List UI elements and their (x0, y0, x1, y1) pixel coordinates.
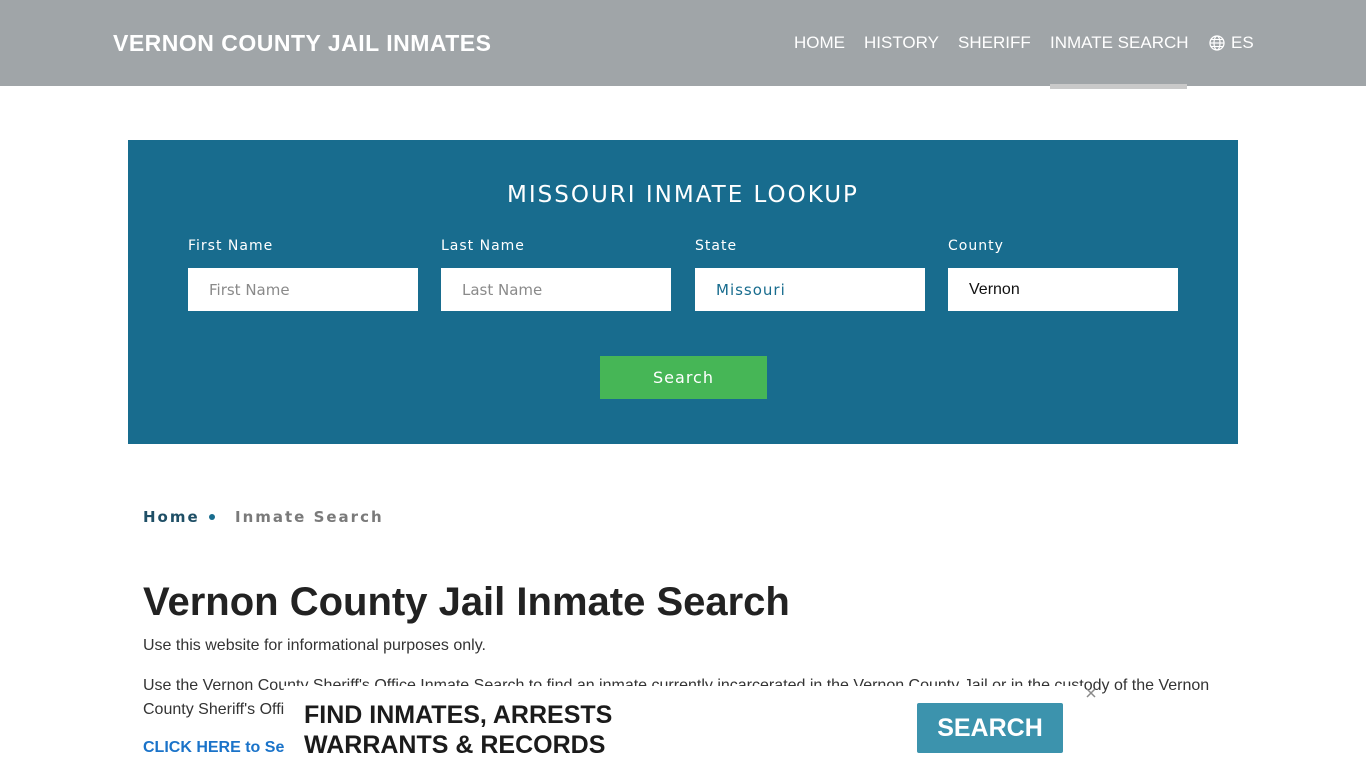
site-brand[interactable]: VERNON COUNTY JAIL INMATES (113, 30, 491, 57)
globe-icon[interactable] (1209, 35, 1225, 51)
ad-banner[interactable]: FIND INMATES, ARRESTS WARRANTS & RECORDS… (284, 686, 1096, 768)
breadcrumb-home[interactable]: Home (143, 508, 200, 526)
search-button[interactable]: Search (600, 356, 767, 399)
click-here-link[interactable]: CLICK HERE to Se (143, 739, 285, 757)
last-name-label: Last Name (441, 238, 525, 254)
top-nav-bar: VERNON COUNTY JAIL INMATES HOME HISTORY … (0, 0, 1366, 86)
state-label: State (695, 238, 738, 254)
lookup-title: MISSOURI INMATE LOOKUP (507, 182, 859, 208)
county-label: County (948, 238, 1004, 254)
first-name-label: First Name (188, 238, 274, 254)
ad-headline-line-1: FIND INMATES, ARRESTS (304, 701, 613, 729)
nav-language-es[interactable]: ES (1231, 33, 1254, 53)
last-name-input[interactable] (441, 268, 671, 311)
ad-search-button[interactable]: SEARCH (917, 703, 1063, 753)
nav-home[interactable]: HOME (794, 33, 845, 53)
page-title: Vernon County Jail Inmate Search (143, 580, 790, 624)
breadcrumb-separator (209, 514, 215, 520)
ad-headline-line-2: WARRANTS & RECORDS (304, 731, 606, 759)
state-select[interactable] (695, 268, 925, 311)
first-name-input[interactable] (188, 268, 418, 311)
close-icon[interactable] (1084, 686, 1098, 700)
nav-inmate-search[interactable]: INMATE SEARCH (1050, 33, 1189, 53)
county-select[interactable] (948, 268, 1178, 311)
nav-sheriff[interactable]: SHERIFF (958, 33, 1031, 53)
nav-active-indicator (1050, 84, 1187, 89)
nav-history[interactable]: HISTORY (864, 33, 939, 53)
breadcrumb-current: Inmate Search (235, 508, 384, 526)
disclaimer-text: Use this website for informational purpo… (143, 637, 486, 654)
inmate-lookup-panel: MISSOURI INMATE LOOKUP First Name Last N… (128, 140, 1238, 444)
ad-headline: FIND INMATES, ARRESTS WARRANTS & RECORDS (304, 700, 612, 760)
